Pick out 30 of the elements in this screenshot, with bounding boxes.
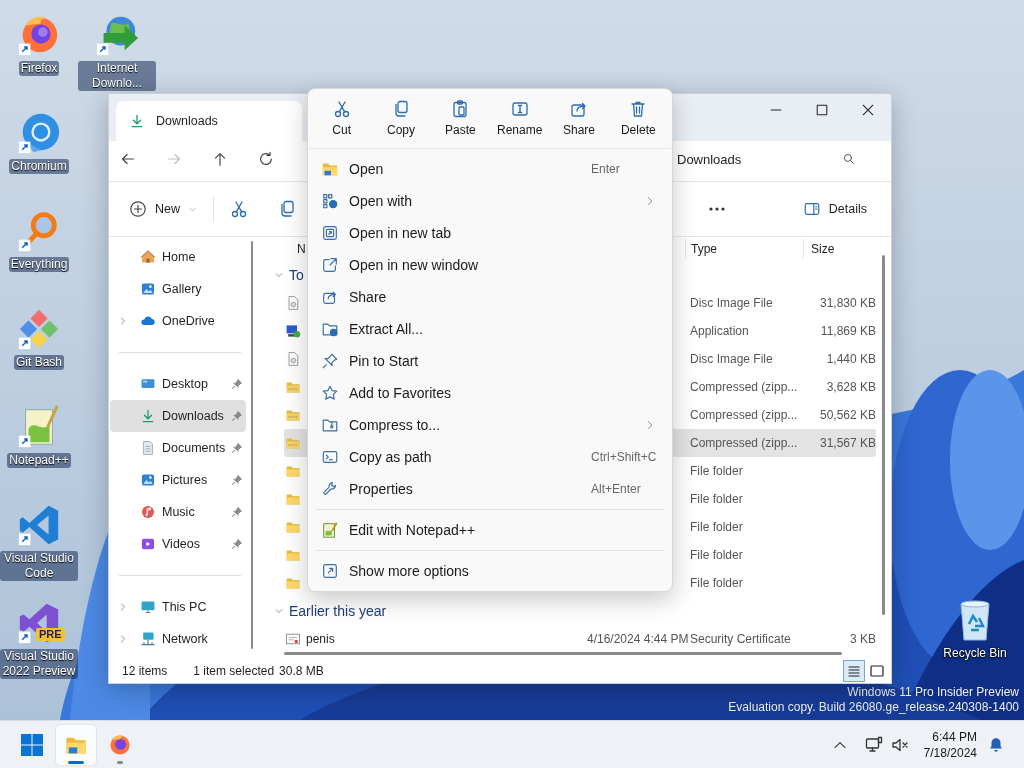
file-type: File folder	[690, 464, 743, 478]
file-size: 3 KB	[850, 632, 876, 646]
file-size: 11,869 KB	[820, 324, 876, 338]
file-name: penis	[306, 632, 335, 646]
file-type: File folder	[690, 548, 743, 562]
file-type: File folder	[690, 492, 743, 506]
file-type: Disc Image File	[690, 296, 773, 310]
preview-badge: PRE	[36, 628, 65, 641]
file-type: Disc Image File	[690, 352, 773, 366]
file-type: File folder	[690, 576, 743, 590]
file-size: 1,440 KB	[826, 352, 876, 366]
status-text: 12 items	[122, 664, 168, 678]
file-date: 4/16/2024 4:44 PM	[587, 632, 689, 646]
file-size: 31,830 KB	[819, 296, 876, 310]
status-text: 30.8 MB	[279, 664, 324, 678]
shortcut-label: Alt+Enter	[591, 482, 641, 496]
file-size: 50,562 KB	[819, 408, 876, 422]
shortcut-label: Enter	[591, 162, 620, 176]
file-type: Security Certificate	[690, 632, 791, 646]
file-type: File folder	[690, 520, 743, 534]
file-type: Compressed (zipp...	[690, 436, 798, 450]
file-size: 31,567 KB	[819, 436, 876, 450]
file-type: Application	[690, 324, 749, 338]
file-type: Compressed (zipp...	[690, 408, 798, 422]
watermark-text: Evaluation copy. Build 26080.ge_release.240308-1400	[728, 700, 1019, 715]
shortcut-label: Ctrl+Shift+C	[591, 450, 657, 464]
file-size: 3,628 KB	[826, 380, 876, 394]
file-type: Compressed (zipp...	[690, 380, 798, 394]
watermark-text: Windows 11 Pro Insider Preview	[847, 685, 1019, 700]
status-text: 1 item selected	[193, 664, 275, 678]
